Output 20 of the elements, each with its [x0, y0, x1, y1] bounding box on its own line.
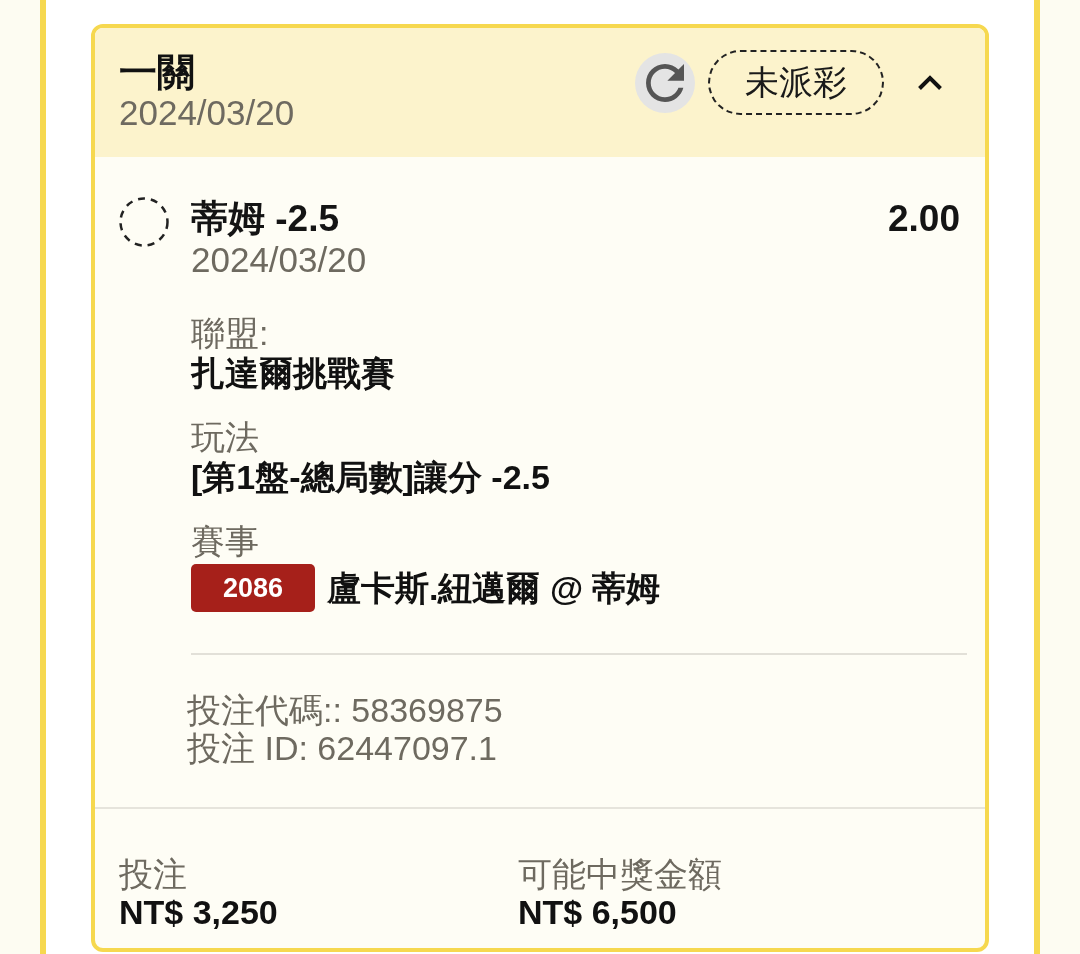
bet-reference: 投注 ID: 62447097.1	[187, 729, 498, 767]
summary-label: 可能中獎金額	[518, 855, 723, 893]
detail-label: 賽事	[191, 522, 260, 560]
summary-amount: NT$ 6,500	[518, 893, 678, 931]
match-number-badge: 2086	[191, 564, 315, 612]
status-badge: 未派彩	[708, 50, 884, 115]
bet-reference: 投注代碼:: 58369875	[187, 691, 504, 729]
odds-value: 2.00	[888, 197, 960, 241]
selection-date: 2024/03/20	[191, 241, 368, 279]
refresh-icon	[646, 63, 684, 102]
summary-label: 投注	[119, 855, 188, 893]
summary-amount: NT$ 3,250	[119, 893, 279, 931]
detail-value: [第1盤-總局數]讓分 -2.5	[191, 457, 551, 498]
detail-value: 盧卡斯.紐邁爾 @ 蒂姆	[327, 568, 661, 609]
bet-date: 2024/03/20	[119, 94, 296, 132]
detail-value: 扎達爾挑戰賽	[191, 353, 396, 394]
detail-label: 聯盟:	[191, 314, 270, 352]
bet-type-title: 一關	[119, 50, 196, 94]
selection-name: 蒂姆 -2.5	[191, 197, 340, 241]
detail-label: 玩法	[191, 418, 260, 456]
